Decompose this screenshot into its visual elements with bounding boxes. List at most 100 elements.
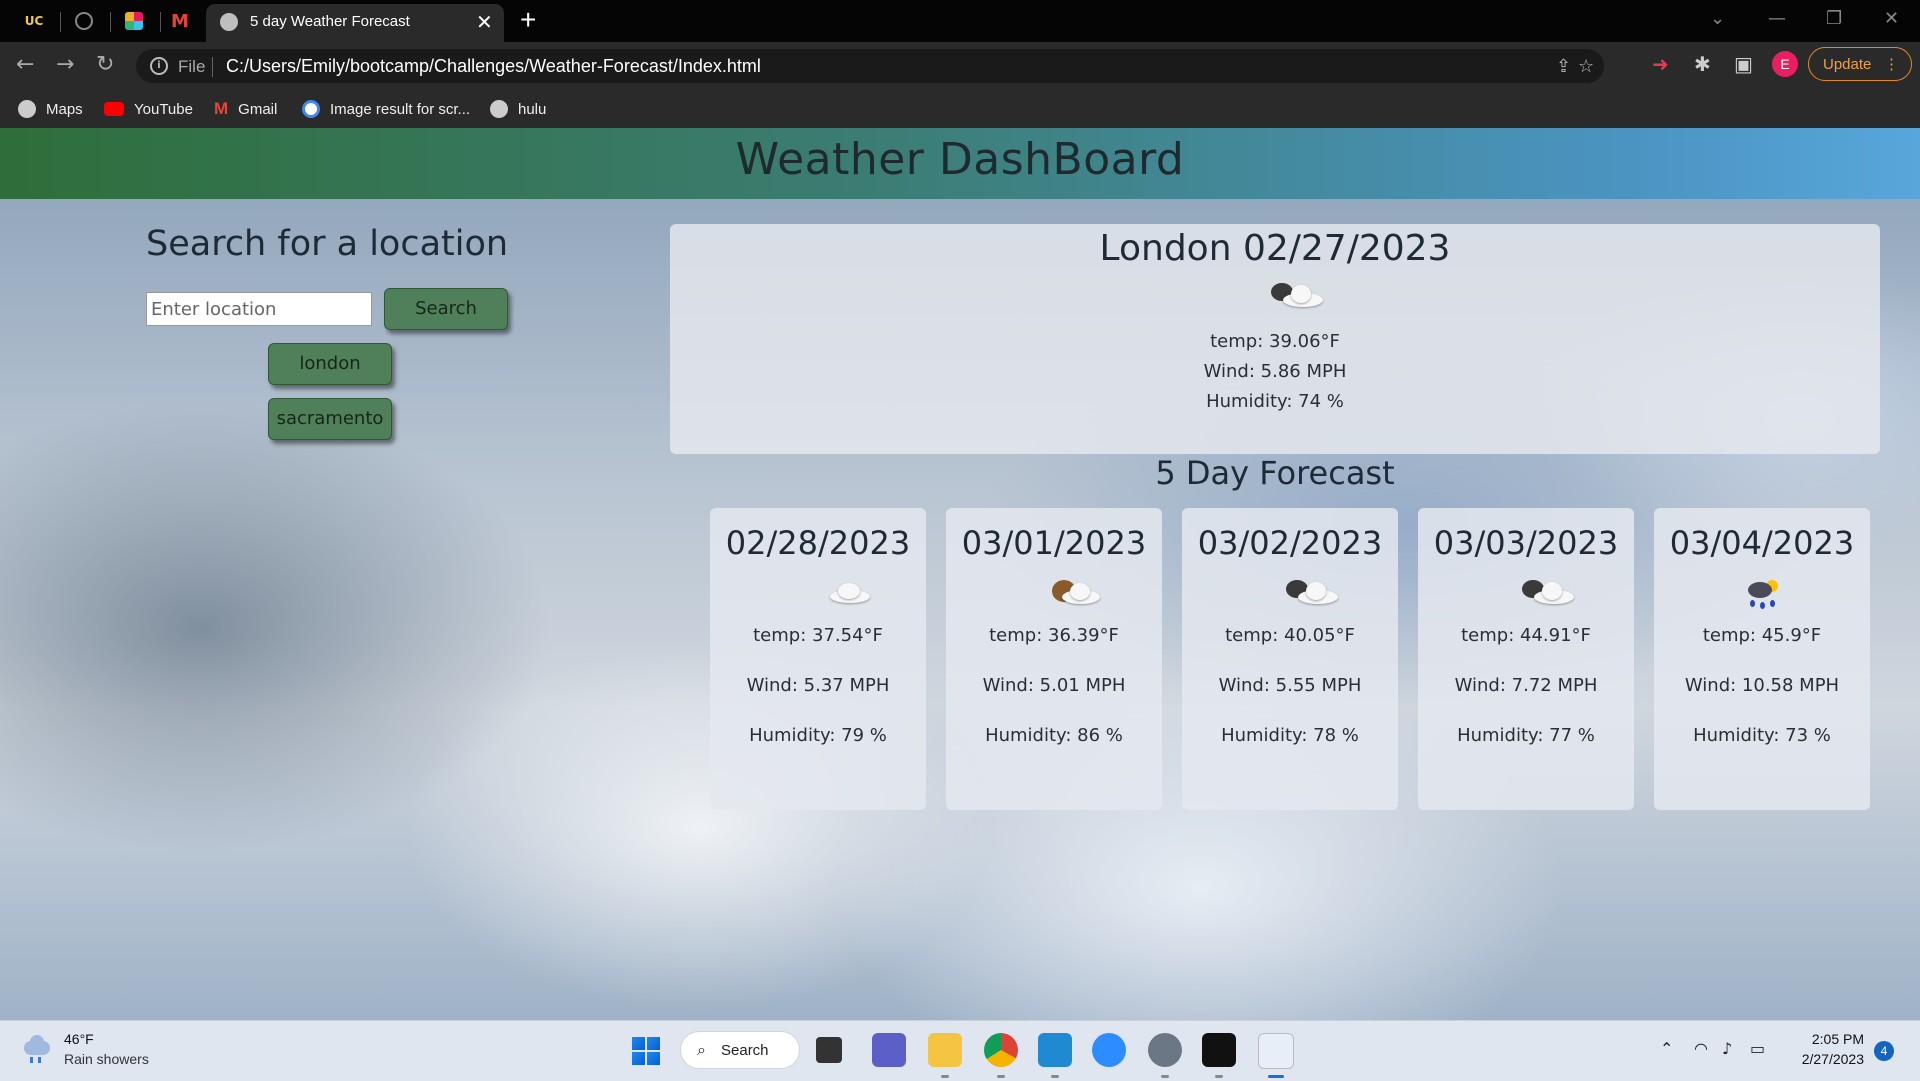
- history-button-sacramento[interactable]: sacramento: [268, 398, 392, 440]
- share-icon[interactable]: ⇪: [1556, 56, 1571, 77]
- forecast-date: 03/01/2023: [961, 524, 1147, 562]
- forecast-date: 03/03/2023: [1433, 524, 1619, 562]
- gmail-icon: M: [214, 99, 229, 118]
- forecast-wind: Wind: 10.58 MPH: [1684, 675, 1840, 696]
- forecast-heading: 5 Day Forecast: [1155, 454, 1395, 492]
- google-icon: [302, 100, 320, 118]
- minimize-button[interactable]: —: [1768, 8, 1786, 29]
- current-temp: temp: 39.06°F: [1210, 331, 1340, 352]
- forecast-card: 03/01/2023 temp: 36.39°F Wind: 5.01 MPH …: [946, 508, 1162, 810]
- forecast-humidity: Humidity: 86 %: [985, 725, 1123, 746]
- current-humidity: Humidity: 74 %: [1206, 391, 1344, 412]
- close-tab-icon[interactable]: ✕: [476, 10, 493, 34]
- info-icon[interactable]: i: [150, 57, 168, 75]
- page-title: Weather DashBoard: [735, 134, 1185, 185]
- broken-clouds-icon: [1494, 572, 1574, 612]
- address-separator: [212, 57, 213, 77]
- side-panel-icon[interactable]: ▣: [1734, 52, 1753, 76]
- close-window-button[interactable]: ✕: [1884, 8, 1899, 29]
- forecast-humidity: Humidity: 73 %: [1693, 725, 1831, 746]
- reload-icon[interactable]: ↻: [96, 52, 114, 77]
- forecast-date: 02/28/2023: [725, 524, 911, 562]
- restore-button[interactable]: ❐: [1826, 8, 1842, 29]
- new-tab-button[interactable]: +: [520, 4, 536, 36]
- update-button[interactable]: Update ⋮: [1808, 47, 1912, 81]
- settings-gear-icon[interactable]: [1148, 1033, 1182, 1067]
- extension-arrow-icon[interactable]: ➜: [1652, 52, 1669, 76]
- taskbar-search[interactable]: ⌕ Search: [680, 1031, 800, 1069]
- bookmark-hulu[interactable]: hulu: [490, 98, 546, 120]
- file-explorer-icon[interactable]: [928, 1033, 962, 1067]
- address-url[interactable]: C:/Users/Emily/bootcamp/Challenges/Weath…: [226, 56, 761, 77]
- browser-toolbar: ← → ↻ i File C:/Users/Emily/bootcamp/Cha…: [0, 42, 1920, 90]
- globe-icon: [220, 13, 238, 31]
- partly-cloudy-icon: [1022, 572, 1100, 612]
- forecast-date: 03/04/2023: [1669, 524, 1855, 562]
- forecast-wind: Wind: 5.55 MPH: [1218, 675, 1362, 696]
- tab-search-icon[interactable]: ⌄: [1710, 8, 1725, 29]
- pinned-tab-ucdavis[interactable]: UC: [16, 7, 52, 35]
- forecast-temp: temp: 45.9°F: [1702, 625, 1822, 646]
- zoom-icon[interactable]: [1092, 1033, 1126, 1067]
- forecast-humidity: Humidity: 79 %: [749, 725, 887, 746]
- bookmark-label: YouTube: [134, 100, 193, 118]
- rain-sun-icon: [1730, 572, 1794, 612]
- windows-taskbar: 46°F Rain showers ⌕ Search ⌃ ◠ ♪ ▭ 2:05 …: [0, 1020, 1920, 1081]
- search-heading: Search for a location: [146, 224, 509, 264]
- bookmark-maps[interactable]: Maps: [18, 98, 83, 120]
- pinned-tab-github[interactable]: [66, 7, 102, 35]
- ucdavis-icon: UC: [24, 14, 44, 28]
- extensions-puzzle-icon[interactable]: ✱: [1694, 52, 1711, 76]
- chrome-icon[interactable]: [984, 1033, 1018, 1067]
- active-tab[interactable]: 5 day Weather Forecast ✕: [206, 4, 504, 42]
- wifi-icon[interactable]: ◠: [1694, 1039, 1708, 1058]
- bookmark-star-icon[interactable]: ☆: [1578, 56, 1594, 77]
- chevron-up-icon[interactable]: ⌃: [1660, 1039, 1673, 1058]
- teams-chat-icon[interactable]: [872, 1033, 906, 1067]
- search-icon: ⌕: [697, 1040, 706, 1059]
- current-wind: Wind: 5.86 MPH: [1203, 361, 1347, 382]
- snipping-tool-icon[interactable]: [1258, 1033, 1294, 1069]
- location-search-input[interactable]: [146, 292, 372, 326]
- battery-icon[interactable]: ▭: [1750, 1039, 1765, 1058]
- rain-cloud-icon[interactable]: [22, 1035, 54, 1067]
- update-label: Update: [1823, 56, 1872, 73]
- forecast-card: 02/28/2023 temp: 37.54°F Wind: 5.37 MPH …: [710, 508, 926, 810]
- more-menu-icon: ⋮: [1884, 56, 1899, 73]
- gmail-icon: M: [171, 10, 189, 32]
- forecast-temp: temp: 40.05°F: [1225, 625, 1355, 646]
- globe-icon: [18, 100, 36, 118]
- taskbar-search-label: Search: [721, 1042, 769, 1059]
- volume-icon[interactable]: ♪: [1722, 1039, 1732, 1058]
- taskbar-clock-time[interactable]: 2:05 PM: [1790, 1031, 1864, 1047]
- forecast-humidity: Humidity: 77 %: [1457, 725, 1595, 746]
- github-icon: [75, 12, 93, 30]
- terminal-icon[interactable]: [1202, 1033, 1236, 1067]
- vscode-icon[interactable]: [1038, 1033, 1072, 1067]
- tab-title: 5 day Weather Forecast: [250, 13, 410, 30]
- page-header: Weather DashBoard: [0, 128, 1920, 199]
- bookmark-label: Maps: [46, 100, 83, 118]
- bookmark-label: Gmail: [238, 100, 278, 118]
- weather-widget-desc[interactable]: Rain showers: [64, 1051, 149, 1067]
- taskbar-clock-date[interactable]: 2/27/2023: [1790, 1051, 1864, 1067]
- bookmark-image-result[interactable]: Image result for scr...: [302, 98, 470, 120]
- forecast-card: 03/03/2023 temp: 44.91°F Wind: 7.72 MPH …: [1418, 508, 1634, 810]
- bookmark-label: hulu: [518, 100, 547, 118]
- weather-widget-temp[interactable]: 46°F: [64, 1031, 94, 1047]
- bookmark-youtube[interactable]: YouTube: [104, 98, 193, 120]
- notification-badge[interactable]: 4: [1874, 1041, 1894, 1061]
- history-button-london[interactable]: london: [268, 343, 392, 385]
- back-icon[interactable]: ←: [16, 52, 34, 77]
- pinned-tab-gmail[interactable]: M: [162, 7, 198, 35]
- search-button[interactable]: Search: [384, 288, 508, 330]
- bookmark-gmail[interactable]: M Gmail: [214, 98, 277, 120]
- windows-start-icon[interactable]: [632, 1037, 660, 1065]
- task-view-icon[interactable]: [816, 1037, 842, 1063]
- address-bar[interactable]: i File C:/Users/Emily/bootcamp/Challenge…: [136, 49, 1604, 83]
- forward-icon[interactable]: →: [56, 52, 74, 77]
- pinned-tab-slack[interactable]: [116, 7, 152, 35]
- current-city-date: London 02/27/2023: [1099, 228, 1451, 269]
- forecast-date: 03/02/2023: [1197, 524, 1383, 562]
- profile-avatar[interactable]: E: [1772, 51, 1798, 77]
